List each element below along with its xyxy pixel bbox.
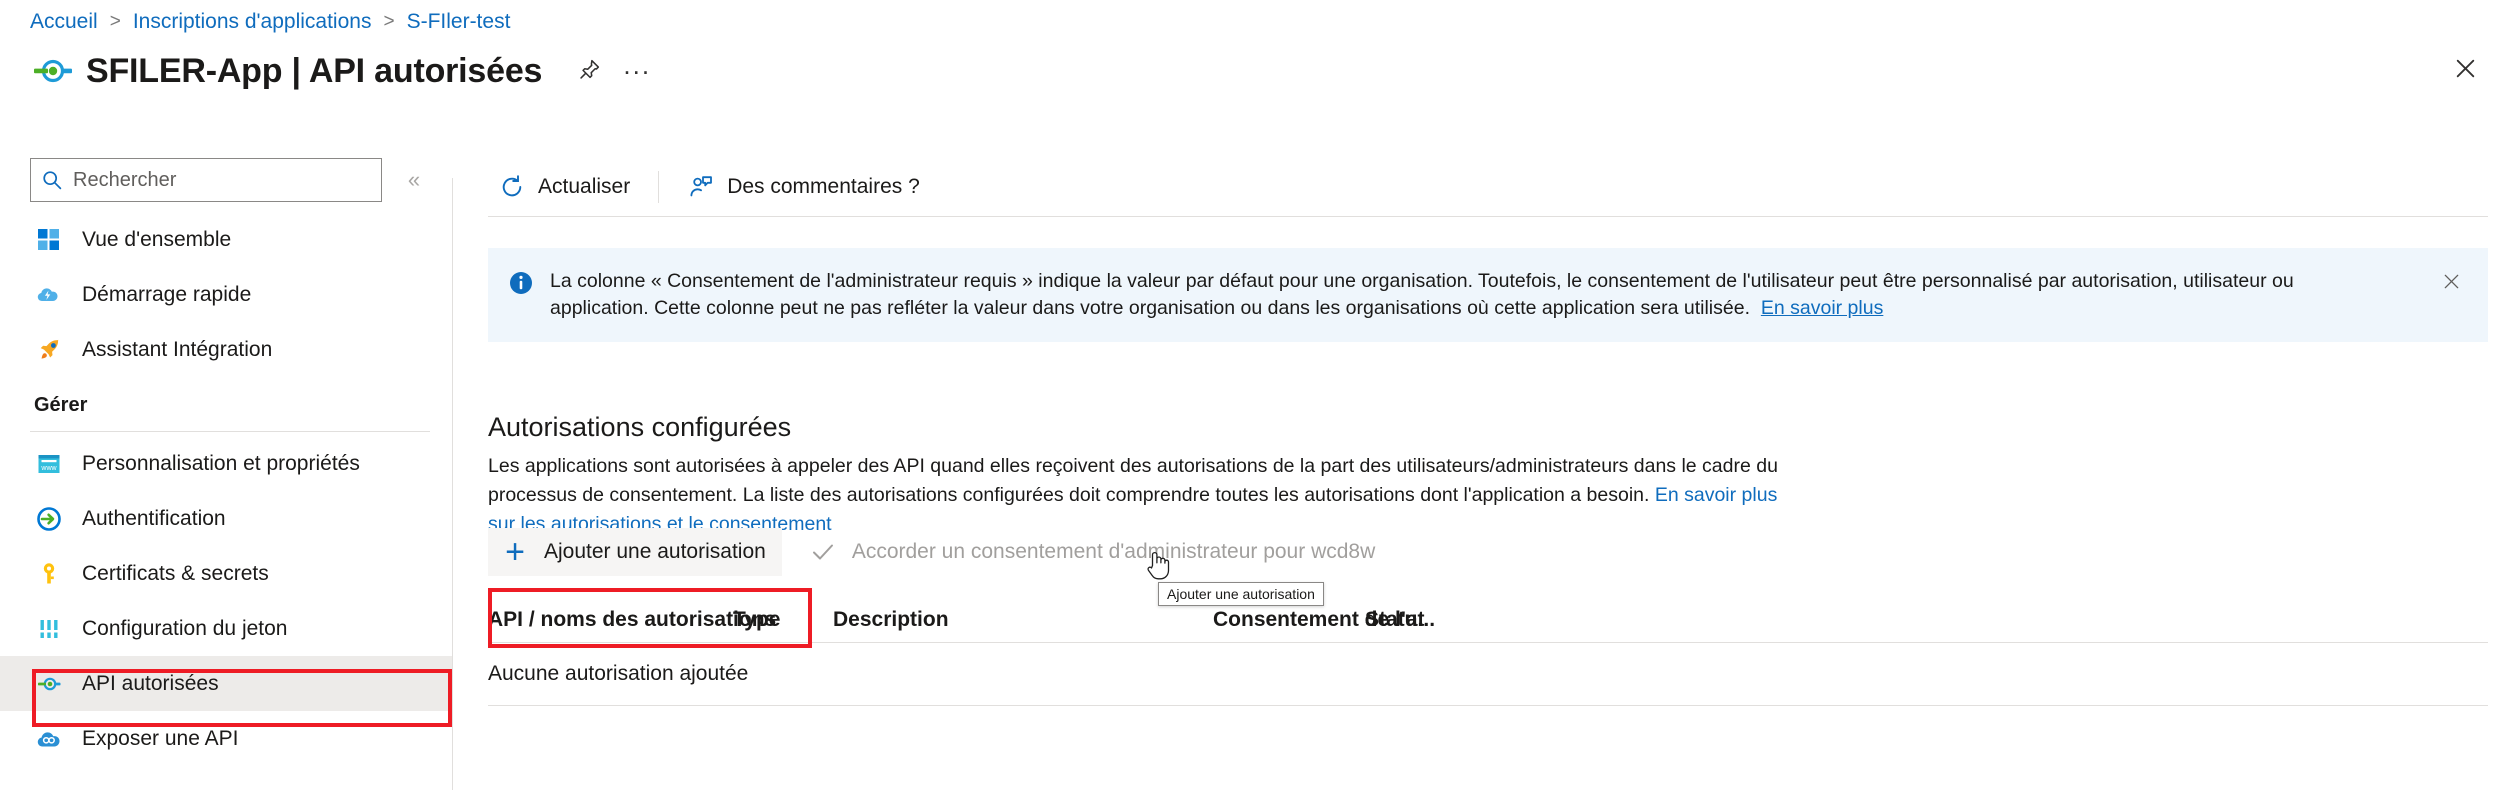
expose-api-cloud-icon [34,724,64,754]
key-icon [34,559,64,589]
info-banner-link[interactable]: En savoir plus [1761,297,1883,319]
page-title: SFILER-App | API autorisées [86,52,543,90]
pin-button[interactable] [568,50,610,92]
token-bars-icon [34,614,64,644]
section-title: Autorisations configurées [488,412,792,442]
search-box[interactable] [30,158,382,202]
authentication-arrow-icon [34,504,64,534]
sidebar-item-integration-assistant[interactable]: Assistant Intégration [0,322,452,377]
table-row-divider [488,705,2488,706]
blade-sidebar: « Vue d'ensemble [0,150,452,790]
breadcrumb-item-app-registrations[interactable]: Inscriptions d'applications [133,8,372,36]
breadcrumb-item-current[interactable]: S-FIler-test [407,8,511,36]
info-banner-message: La colonne « Consentement de l'administr… [550,270,2294,319]
sidebar-search-row: « [30,158,434,202]
collapse-sidebar-button[interactable]: « [394,160,434,200]
sidebar-divider [30,431,430,432]
pin-icon [578,58,601,84]
sidebar-item-api-permissions[interactable]: API autorisées [0,656,452,711]
quickstart-cloud-icon [34,280,64,310]
sidebar-item-label: API autorisées [82,671,219,695]
column-header-status[interactable]: Statut [1365,608,1485,632]
sidebar-item-quickstart[interactable]: Démarrage rapide [0,267,452,322]
breadcrumb: Accueil > Inscriptions d'applications > … [30,8,510,36]
permissions-table: API / noms des autorisations Type Descri… [488,590,2488,706]
sidebar-item-label: Démarrage rapide [82,282,252,306]
permissions-action-row: + Ajouter une autorisation Accorder un c… [488,528,1387,576]
close-blade-button[interactable] [2442,48,2488,94]
breadcrumb-separator: > [109,11,121,32]
info-banner: La colonne « Consentement de l'administr… [488,248,2488,342]
column-header-type[interactable]: Type [733,608,833,632]
info-icon [508,270,536,298]
empty-state-message: Aucune autorisation ajoutée [488,662,749,685]
sidebar-item-label: Vue d'ensemble [82,227,232,251]
grant-admin-consent-button: Accorder un consentement d'administrateu… [796,528,1387,576]
api-permissions-icon [34,669,64,699]
sidebar-item-authentication[interactable]: Authentification [0,491,452,546]
sidebar-item-token-configuration[interactable]: Configuration du jeton [0,601,452,656]
sidebar-item-label: Exposer une API [82,726,239,750]
svg-text:www: www [40,465,57,472]
search-input[interactable] [71,167,371,193]
table-row: Aucune autorisation ajoutée [488,643,2488,705]
refresh-label: Actualiser [538,175,631,198]
column-header-admin-consent[interactable]: Consentement de l'a... [1213,608,1435,632]
sidebar-item-label: Certificats & secrets [82,561,269,585]
add-permission-button[interactable]: + Ajouter une autorisation [488,528,782,576]
sidebar-item-label: Assistant Intégration [82,337,273,361]
rocket-icon [34,335,64,365]
sidebar-item-branding[interactable]: www Personnalisation et propriétés [0,436,452,491]
page-header-actions: ... [568,50,658,92]
more-options-button[interactable]: ... [616,50,658,92]
refresh-icon [498,173,526,201]
page-header: SFILER-App | API autorisées ... [28,48,658,94]
sidebar-item-overview[interactable]: Vue d'ensemble [0,212,452,267]
blade-content: Actualiser Des commentaires ? La colonne… [453,150,2510,790]
command-bar-separator [658,171,660,203]
section-description-text: Les applications sont autorisées à appel… [488,455,1778,506]
command-bar: Actualiser Des commentaires ? [488,158,2490,216]
dismiss-banner-button[interactable] [2436,266,2466,296]
breadcrumb-separator: > [383,11,395,32]
checkmark-icon [808,537,838,567]
info-banner-text: La colonne « Consentement de l'administr… [550,268,2436,322]
feedback-person-icon [687,173,715,201]
search-icon [41,169,63,191]
command-bar-divider [488,216,2488,217]
table-header-row: API / noms des autorisations Type Descri… [488,590,2488,632]
section-description: Les applications sont autorisées à appel… [488,452,1808,539]
feedback-label: Des commentaires ? [727,175,920,198]
sidebar-item-certificates-secrets[interactable]: Certificats & secrets [0,546,452,601]
sidebar-group-manage: Gérer [34,394,88,416]
azure-portal-blade: Accueil > Inscriptions d'applications > … [0,0,2510,790]
plus-icon: + [505,533,525,571]
refresh-button[interactable]: Actualiser [488,164,640,210]
feedback-button[interactable]: Des commentaires ? [677,164,930,210]
sidebar-item-label: Personnalisation et propriétés [82,451,360,475]
column-header-api-name[interactable]: API / noms des autorisations [488,608,776,632]
grant-admin-consent-label: Accorder un consentement d'administrateu… [851,540,1376,563]
sidebar-item-expose-an-api[interactable]: Exposer une API [0,711,452,766]
overview-icon [34,225,64,255]
sidebar-nav-list: Vue d'ensemble Démarrage rapide Assistan… [0,212,452,766]
branding-www-icon: www [34,449,64,479]
breadcrumb-item-home[interactable]: Accueil [30,8,98,36]
sidebar-item-label: Authentification [82,506,226,530]
app-registration-icon [28,48,74,94]
add-permission-label: Ajouter une autorisation [544,540,766,563]
sidebar-item-label: Configuration du jeton [82,616,288,640]
column-header-description[interactable]: Description [833,608,1213,632]
close-icon [2453,56,2478,86]
